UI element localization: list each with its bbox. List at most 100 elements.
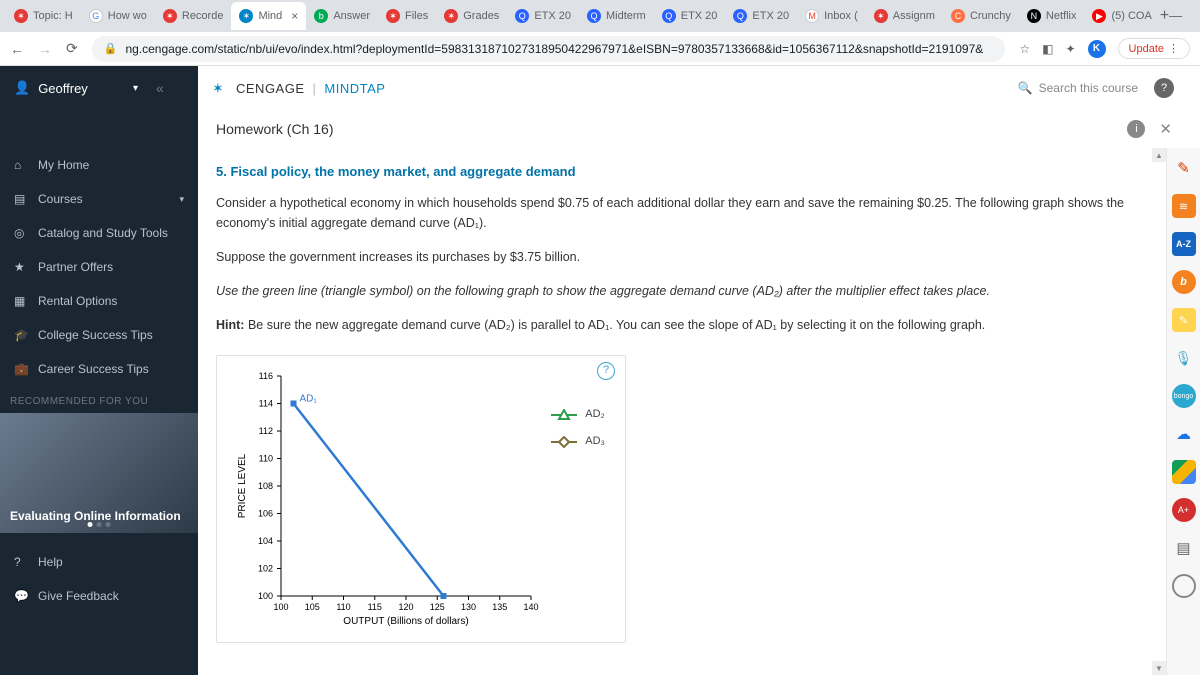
assignment-bar: Homework (Ch 16) i ✕ (0, 110, 1200, 148)
extension-icon[interactable]: ◧ (1042, 42, 1053, 56)
browser-tab[interactable]: ✶Files (378, 2, 436, 30)
notes-icon[interactable]: ✎ (1172, 308, 1196, 332)
carousel-dots[interactable] (88, 522, 111, 527)
browser-tab[interactable]: ✶Grades (436, 2, 507, 30)
sidebar-item-label: Help (38, 555, 63, 569)
browser-tab[interactable]: ✶Assignm (866, 2, 943, 30)
browser-tab[interactable]: QETX 20 (725, 2, 797, 30)
browser-tab[interactable]: NNetflix (1019, 2, 1085, 30)
sidebar-item-label: Courses (38, 192, 83, 206)
scroll-up-button[interactable]: ▲ (1152, 148, 1166, 162)
sidebar-item[interactable]: 🎓College Success Tips (0, 318, 198, 352)
glossary-icon[interactable]: A-Z (1172, 232, 1196, 256)
assignment-title: Homework (Ch 16) (198, 121, 333, 137)
svg-text:135: 135 (492, 602, 507, 612)
course-search[interactable]: 🔍 Search this course (1018, 81, 1138, 95)
tab-label: ETX 20 (681, 10, 718, 22)
favicon: ✶ (239, 9, 253, 23)
sidebar-item-icon: ★ (14, 260, 28, 274)
profile-badge[interactable]: K (1088, 40, 1106, 58)
question-paragraph: Consider a hypothetical economy in which… (216, 193, 1134, 233)
browser-tab[interactable]: bAnswer (306, 2, 378, 30)
drive-icon[interactable] (1172, 460, 1196, 484)
user-menu[interactable]: 👤 Geoffrey ▾ « (0, 66, 198, 110)
sidebar-item-icon: 🎓 (14, 328, 28, 342)
url-input[interactable]: 🔒 ng.cengage.com/static/nb/ui/evo/index.… (92, 36, 1006, 62)
tab-label: Inbox ( (824, 10, 858, 22)
chart[interactable]: ? 10010210410610811011211411610010511011… (216, 355, 626, 643)
forward-button[interactable]: → (38, 41, 52, 57)
browser-tab[interactable]: CCrunchy (943, 2, 1019, 30)
browser-tab[interactable]: GHow wo (81, 2, 155, 30)
browser-tab[interactable]: ✶ Mind × (231, 2, 306, 30)
sidebar-item-icon: ▦ (14, 294, 28, 308)
chart-help-icon[interactable]: ? (597, 362, 615, 380)
legend-item[interactable]: AD₃ (549, 433, 605, 451)
tab-label: Assignm (893, 10, 935, 22)
progress-icon[interactable] (1172, 574, 1196, 598)
tab-label: Midterm (606, 10, 646, 22)
close-assignment-button[interactable]: ✕ (1159, 120, 1172, 138)
bookmark-icon[interactable]: ☆ (1019, 42, 1030, 56)
browser-tab[interactable]: MInbox ( (797, 2, 866, 30)
minimize-button[interactable]: — (1169, 8, 1182, 24)
update-button[interactable]: Update⋮ (1118, 38, 1190, 59)
puzzle-icon[interactable]: ✦ (1065, 42, 1075, 56)
tab-label: Recorde (182, 10, 224, 22)
scroll-down-button[interactable]: ▼ (1152, 661, 1166, 675)
browser-tab[interactable]: ✶Recorde (155, 2, 232, 30)
tab-close-icon[interactable]: × (291, 9, 298, 23)
browser-tab[interactable]: ▶(5) COA (1084, 2, 1159, 30)
sidebar-item[interactable]: ▦Rental Options (0, 284, 198, 318)
sidebar-foot-item[interactable]: 💬Give Feedback (0, 579, 198, 613)
legend-item[interactable]: AD₂ (549, 406, 605, 424)
question-title: 5. Fiscal policy, the money market, and … (216, 162, 1134, 183)
sidebar-item[interactable]: ★Partner Offers (0, 250, 198, 284)
new-tab-button[interactable]: + (1160, 7, 1169, 25)
collapse-sidebar-button[interactable]: « (156, 80, 184, 96)
flashcards-icon[interactable]: b (1172, 270, 1196, 294)
question-paragraph: Suppose the government increases its pur… (216, 247, 1134, 267)
browser-tab[interactable]: Q Midterm (579, 2, 654, 30)
sidebar-item[interactable]: ⌂My Home (0, 148, 198, 182)
bongo-icon[interactable]: bongo (1172, 384, 1196, 408)
svg-text:110: 110 (259, 453, 273, 463)
tab-label: How wo (108, 10, 147, 22)
info-icon[interactable]: i (1127, 120, 1145, 138)
rss-icon[interactable]: ≋ (1172, 194, 1196, 218)
svg-text:102: 102 (258, 563, 273, 573)
favicon: Q (587, 9, 601, 23)
sidebar-item[interactable]: 💼 Career Success Tips (0, 352, 198, 386)
browser-tab[interactable]: ✶Topic: H (6, 2, 81, 30)
citation-icon[interactable]: ▤ (1172, 536, 1196, 560)
sidebar-item-icon: ? (14, 555, 28, 569)
question-instruction: Use the green line (triangle symbol) on … (216, 281, 1134, 301)
chevron-down-icon: ▾ (133, 83, 138, 94)
right-toolbar: ✎ ≋ A-Z b ✎ 🎙 bongo ☁ A+ ▤ (1166, 148, 1200, 675)
sidebar-item-icon: ⌂ (14, 158, 28, 172)
browser-tab[interactable]: QETX 20 (654, 2, 726, 30)
legend-label: AD₃ (585, 433, 605, 451)
legend-label: AD₂ (585, 406, 605, 424)
aplus-icon[interactable]: A+ (1172, 498, 1196, 522)
cloud-icon[interactable]: ☁ (1172, 422, 1196, 446)
svg-text:116: 116 (259, 371, 273, 381)
browser-tab[interactable]: QETX 20 (507, 2, 579, 30)
readspeaker-icon[interactable]: 🎙 (1172, 346, 1196, 370)
sidebar-item-label: Career Success Tips (38, 362, 149, 376)
favicon: ✶ (14, 9, 28, 23)
sidebar-foot-item[interactable]: ? Help (0, 545, 198, 579)
sidebar-item-label: Catalog and Study Tools (38, 226, 168, 240)
sidebar-item[interactable]: ▤Courses▾ (0, 182, 198, 216)
tab-label: Mind (258, 10, 282, 22)
sidebar-item[interactable]: ◎Catalog and Study Tools (0, 216, 198, 250)
svg-text:AD₁: AD₁ (300, 393, 318, 404)
highlighter-icon[interactable]: ✎ (1172, 156, 1196, 180)
recommended-card[interactable]: Evaluating Online Information (0, 413, 198, 533)
reload-button[interactable]: ⟳ (66, 40, 78, 57)
svg-text:114: 114 (259, 398, 273, 408)
scrollbar[interactable]: ▲ ▼ (1152, 148, 1166, 675)
sidebar-item-icon: 💼 (14, 362, 28, 376)
help-button[interactable]: ? (1154, 78, 1174, 98)
back-button[interactable]: ← (10, 41, 24, 57)
